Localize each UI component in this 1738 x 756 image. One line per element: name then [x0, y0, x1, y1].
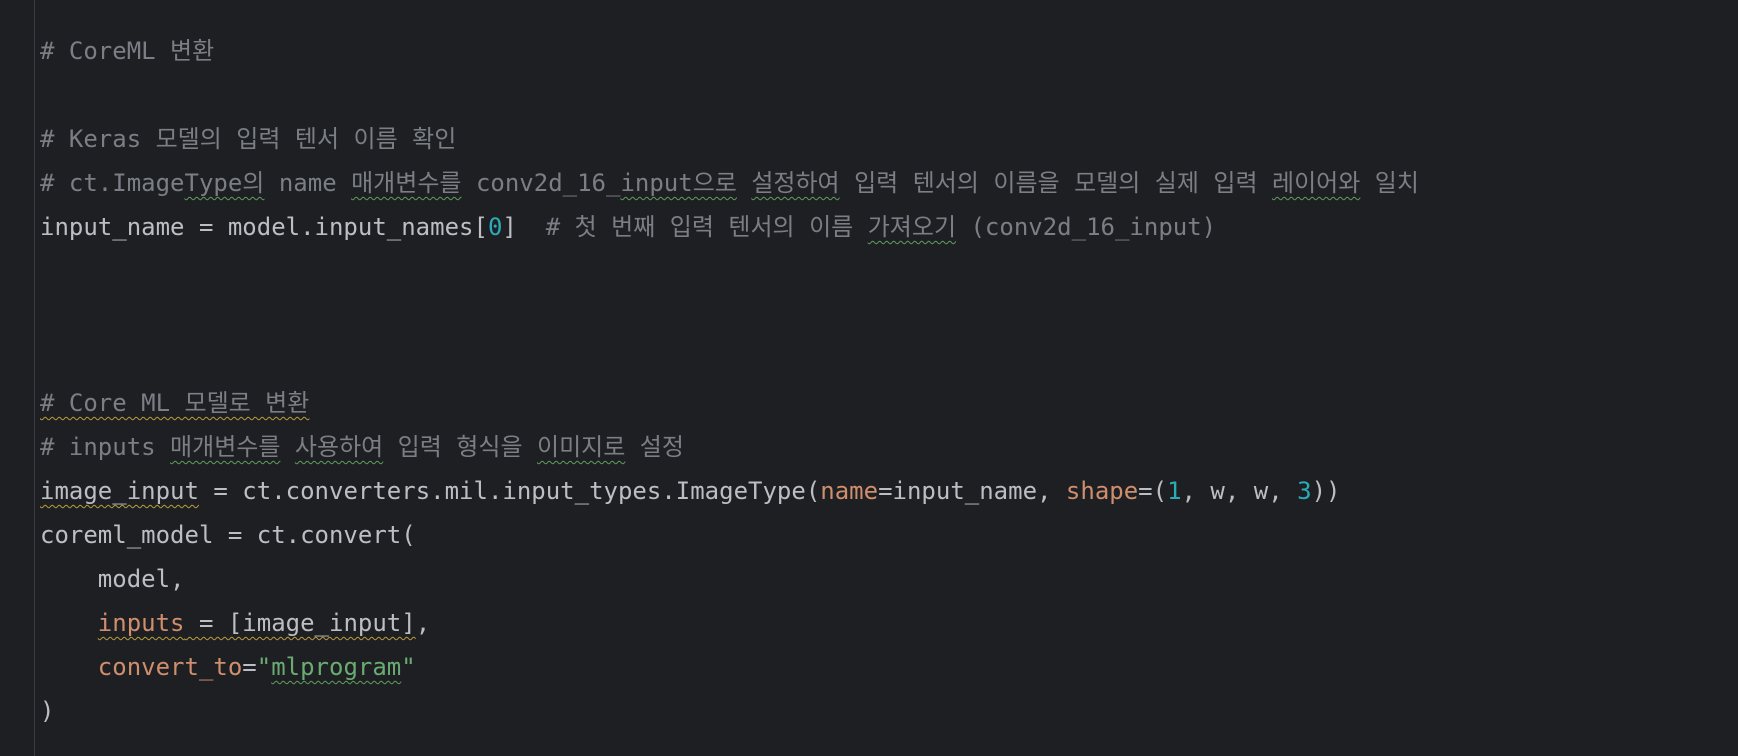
code-comment: # CoreML 변환 [40, 37, 215, 65]
code-area[interactable]: # CoreML 변환 # Keras 모델의 입력 텐서 이름 확인 # ct.… [40, 29, 1419, 733]
code-comment: 입력 형식을 [383, 433, 537, 461]
code-comment: input으로 [620, 169, 737, 197]
code-token: mlprogram [271, 653, 402, 681]
code-line[interactable]: image_input = ct.converters.mil.input_ty… [40, 469, 1419, 513]
code-line[interactable] [40, 73, 1419, 117]
code-token: convert_to [97, 653, 243, 681]
code-editor[interactable]: # CoreML 변환 # Keras 모델의 입력 텐서 이름 확인 # ct.… [0, 0, 1738, 756]
code-token: " [401, 653, 416, 681]
code-token: 0 [487, 213, 503, 241]
code-token: )) [1311, 477, 1341, 505]
code-comment: 매개변수를 [351, 169, 462, 197]
code-comment: 일치 [1360, 169, 1419, 197]
code-line[interactable]: # Core ML 모델로 변환 [40, 381, 1419, 425]
code-token: , [415, 609, 431, 637]
gutter-divider [34, 0, 35, 756]
code-token: ] [502, 213, 546, 241]
code-token: " [256, 653, 272, 681]
code-line[interactable]: ) [40, 689, 1419, 733]
code-token: input_name = model.input_names[ [40, 213, 488, 241]
code-token: name [820, 477, 879, 505]
code-comment: 레이어와 [1271, 169, 1361, 197]
code-comment: # 첫 번째 입력 텐서의 이름 [545, 213, 868, 241]
code-line[interactable]: model, [40, 557, 1419, 601]
code-comment: 이미지로 [536, 433, 626, 461]
code-token: , w, w, [1181, 477, 1298, 505]
code-token: = ct.converters.mil.input_types.ImageTyp… [198, 477, 821, 505]
code-token: ) [40, 697, 55, 725]
code-line[interactable]: # Keras 모델의 입력 텐서 이름 확인 [40, 117, 1419, 161]
code-line[interactable]: convert_to="mlprogram" [40, 645, 1419, 689]
code-comment [280, 433, 294, 461]
code-line[interactable]: # ct.ImageType의 name 매개변수를 conv2d_16_inp… [40, 161, 1419, 205]
code-line[interactable] [40, 293, 1419, 337]
code-comment: name [264, 169, 352, 197]
code-token: 1 [1167, 477, 1182, 505]
code-comment: 사용하여 [294, 433, 384, 461]
code-token: = [image_input] [184, 609, 416, 637]
code-token: =( [1138, 477, 1168, 505]
code-token: =input_name, [878, 477, 1066, 505]
code-line[interactable]: # inputs 매개변수를 사용하여 입력 형식을 이미지로 설정 [40, 425, 1419, 469]
code-token: shape [1065, 477, 1139, 505]
code-line[interactable]: # CoreML 변환 [40, 29, 1419, 73]
code-comment: # ct.Image [40, 169, 185, 197]
code-comment: 입력 텐서의 이름을 모델의 실제 입력 [839, 169, 1272, 197]
code-comment: # inputs [40, 433, 171, 461]
code-comment: conv2d_16_ [461, 169, 621, 197]
code-comment: # Keras 모델의 입력 텐서 이름 확인 [40, 125, 457, 153]
code-comment [737, 169, 751, 197]
code-token: inputs [97, 609, 185, 637]
code-line[interactable]: input_name = model.input_names[0] # 첫 번째… [40, 205, 1419, 249]
code-line[interactable] [40, 249, 1419, 293]
code-comment: 설정하여 [751, 169, 840, 197]
code-line[interactable]: inputs = [image_input], [40, 601, 1419, 645]
code-comment: 매개변수를 [170, 433, 281, 461]
code-token: coreml_model = ct.convert( [40, 521, 416, 549]
code-token: image_input [40, 477, 199, 505]
code-token: 3 [1297, 477, 1312, 505]
code-line[interactable] [40, 337, 1419, 381]
code-comment: 설정 [625, 433, 684, 461]
code-token: model, [40, 565, 185, 593]
code-token: = [242, 653, 257, 681]
code-comment: # Core ML 모델로 변환 [40, 389, 310, 417]
code-comment: 가져오기 [867, 213, 957, 241]
code-comment: (conv2d_16_input) [956, 213, 1217, 241]
code-line[interactable]: coreml_model = ct.convert( [40, 513, 1419, 557]
code-comment: Type의 [184, 169, 265, 197]
